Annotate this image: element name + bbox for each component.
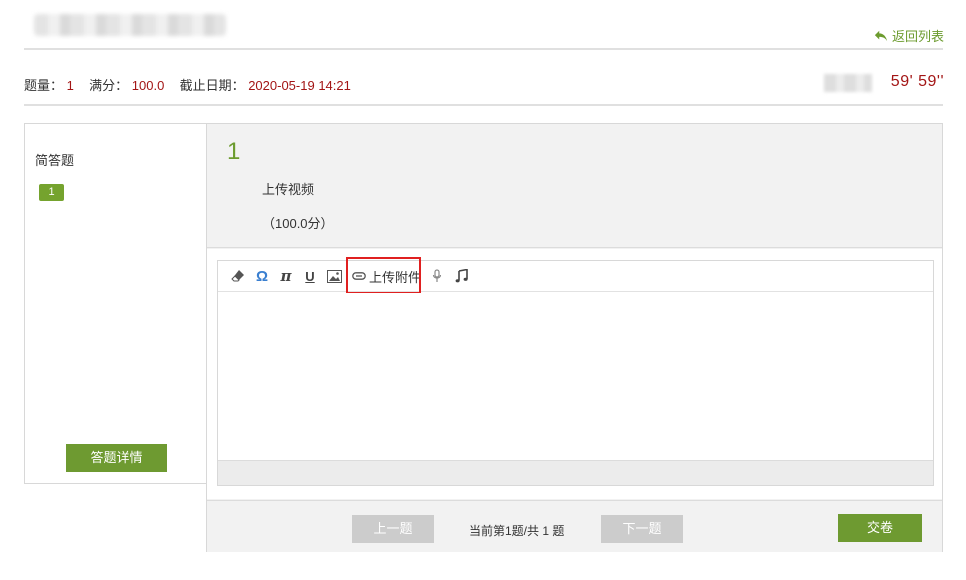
blurred-user-name (824, 74, 872, 92)
question-badge-1[interactable]: 1 (39, 184, 64, 201)
image-icon[interactable] (322, 265, 346, 287)
deadline-value: 2020-05-19 14:21 (248, 78, 351, 93)
question-score: （100.0分） (262, 216, 334, 231)
question-text: 上传视频 (262, 182, 315, 197)
eraser-icon[interactable] (226, 265, 250, 287)
editor-toolbar: Ω π U 上传附件 (218, 257, 933, 294)
divider-top (24, 48, 943, 50)
back-to-list-label: 返回列表 (891, 29, 944, 44)
question-nav-panel: 简答题 1 答题详情 (24, 123, 207, 484)
underline-icon[interactable]: U (298, 265, 322, 287)
score-value: 100.0 (131, 78, 165, 93)
upload-attachment-button[interactable]: 上传附件 (346, 257, 425, 294)
section-title: 简答题 (35, 153, 75, 168)
next-question-button[interactable]: 下一题 (601, 515, 683, 543)
question-footer: 上一题 当前第1题/共 1 题 下一题 交卷 (207, 500, 942, 552)
previous-question-button[interactable]: 上一题 (352, 515, 434, 543)
count-label: 题量： (24, 78, 64, 93)
question-panel: 1 上传视频 （100.0分） Ω π U 上传附件 上一题 当前第1题/共 1… (206, 123, 943, 552)
music-note-icon[interactable] (449, 265, 473, 287)
paperclip-icon (352, 272, 366, 280)
score-label: 满分： (89, 78, 129, 93)
back-arrow-icon (874, 30, 888, 41)
microphone-icon[interactable] (425, 265, 449, 287)
count-value: 1 (66, 78, 74, 93)
editor-status-bar (218, 460, 933, 485)
question-header: 1 上传视频 （100.0分） (207, 124, 942, 248)
answer-area: Ω π U 上传附件 (207, 249, 942, 499)
back-to-list-link[interactable]: 返回列表 (874, 26, 944, 45)
question-number: 1 (227, 138, 241, 165)
answer-details-button[interactable]: 答题详情 (66, 444, 167, 472)
answer-text-area[interactable] (218, 293, 933, 459)
question-progress: 当前第1题/共 1 题 (469, 524, 565, 538)
omega-icon[interactable]: Ω (250, 265, 274, 287)
deadline-label: 截止日期： (179, 78, 245, 93)
blurred-course-title (34, 14, 226, 36)
submit-exam-button[interactable]: 交卷 (838, 514, 922, 542)
countdown-timer: 59' 59'' (890, 73, 944, 90)
rich-text-editor: Ω π U 上传附件 (217, 257, 934, 486)
upload-attachment-label: 上传附件 (369, 269, 422, 285)
exam-info-bar: 题量： 1 满分： 100.0 截止日期： 2020-05-19 14:21 (24, 75, 351, 94)
pi-icon[interactable]: π (274, 265, 298, 287)
divider-info (24, 104, 943, 106)
